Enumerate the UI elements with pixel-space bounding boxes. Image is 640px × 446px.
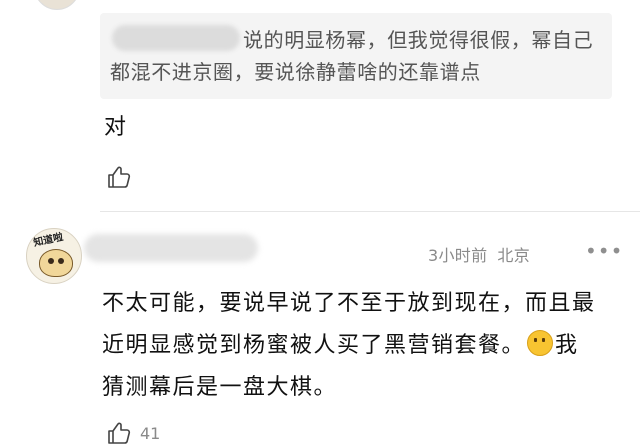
avatar-sticker-text: 知道啦 [32, 231, 65, 249]
comment-divider [100, 211, 640, 212]
quoted-comment-text: 说的明显杨幂，但我觉得很假，幂自己都混不进京圈，要说徐静蕾啥的还靠谱点 [110, 28, 594, 84]
comment-meta: 3小时前 北京 [428, 242, 530, 266]
reply-text: 对 [104, 115, 127, 140]
thinking-emoji-icon [527, 330, 554, 356]
previous-user-avatar[interactable] [34, 0, 80, 10]
more-options-icon[interactable]: ••• [585, 239, 623, 263]
quoted-comment: 说的明显杨幂，但我觉得很假，幂自己都混不进京圈，要说徐静蕾啥的还靠谱点 [100, 13, 612, 99]
comment-like-button[interactable] [106, 420, 132, 446]
like-button[interactable] [106, 164, 132, 190]
comment-location: 北京 [497, 246, 530, 265]
avatar-face [39, 249, 73, 277]
comment-text: 不太可能，要说早说了不至于放到现在，而且最近明显感觉到杨蜜被人买了黑营销套餐。我… [102, 283, 602, 409]
comment-text-part1: 不太可能，要说早说了不至于放到现在，而且最近明显感觉到杨蜜被人买了黑营销套餐。 [102, 291, 596, 358]
comment-time: 3小时前 [428, 246, 488, 265]
like-count: 41 [140, 424, 161, 443]
blurred-username[interactable] [84, 234, 258, 262]
thumbs-up-icon [108, 422, 131, 444]
commenter-avatar[interactable]: 知道啦 [26, 228, 82, 284]
thumbs-up-icon [108, 166, 131, 188]
